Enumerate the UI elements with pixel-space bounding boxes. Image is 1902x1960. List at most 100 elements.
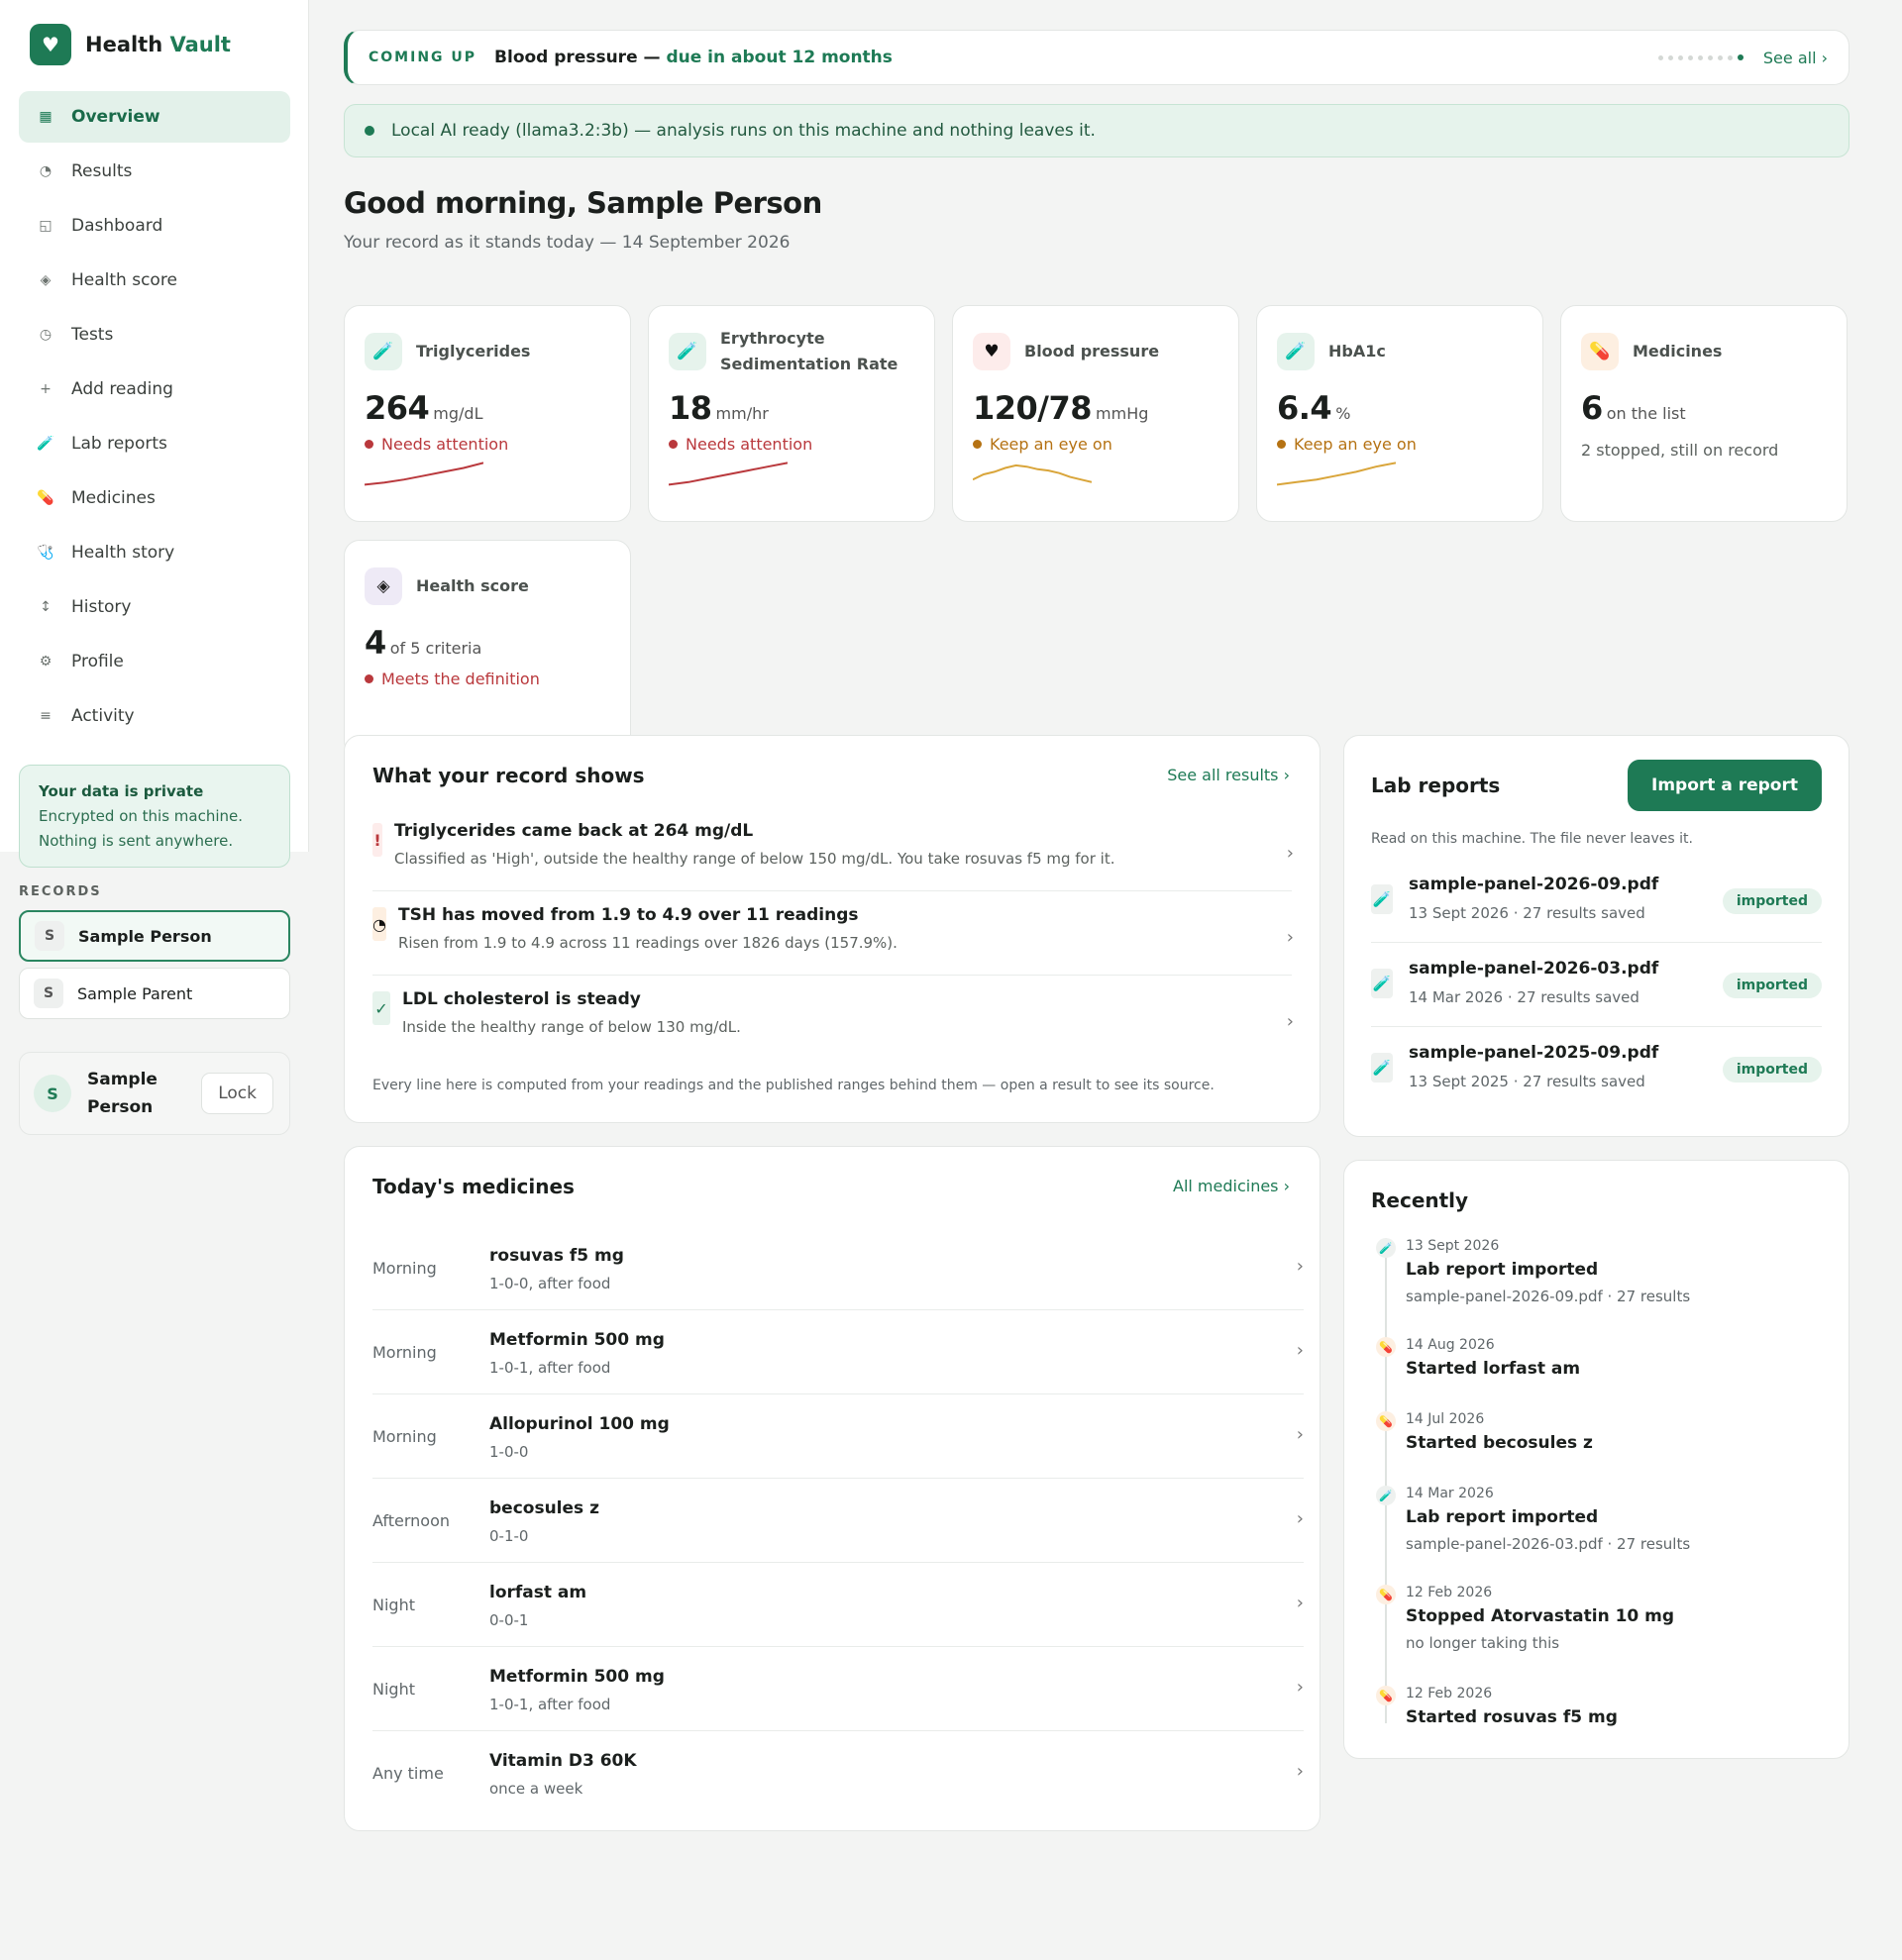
local-ai-status: Local AI ready (llama3.2:3b) — analysis … xyxy=(344,104,1849,157)
medicine-row[interactable]: Morning Allopurinol 100 mg 1-0-0 › xyxy=(372,1394,1304,1479)
stat-card-blood-pressure[interactable]: ♥ Blood pressure 120/78 mmHg Keep an eye o… xyxy=(952,305,1239,522)
record-item-sample-parent[interactable]: S Sample Parent xyxy=(19,968,290,1019)
stat-header: ◈ Health score xyxy=(365,565,610,608)
sidebar-item-label: Dashboard xyxy=(71,216,163,236)
stat-card-hba1c[interactable]: 🧪 HbA1c 6.4% Keep an eye on xyxy=(1256,305,1543,522)
stat-title: Medicines xyxy=(1633,342,1723,361)
sidebar-item-tests[interactable]: ◷ Tests xyxy=(19,309,290,361)
stat-card-medicines[interactable]: 💊 Medicines 6 on the list 2 stopped, still… xyxy=(1560,305,1848,522)
medicine-dose: 0-1-0 xyxy=(489,1527,529,1545)
pill-icon: 💊 xyxy=(1376,1686,1396,1705)
timeline-item[interactable]: 💊 12 Feb 2026 Stopped Atorvastatin 10 mg… xyxy=(1376,1585,1812,1652)
medicine-row[interactable]: Afternoon becosules z 0-1-0 › xyxy=(372,1479,1304,1563)
carousel-dots[interactable] xyxy=(1657,54,1744,60)
sidebar-item-activity[interactable]: ≡ Activity xyxy=(19,690,290,742)
timeline-item[interactable]: 🧪 14 Mar 2026 Lab report imported sample… xyxy=(1376,1486,1812,1553)
stat-value: 264 mg/dL xyxy=(365,389,483,427)
privacy-line: Encrypted on this machine. xyxy=(39,807,244,825)
import-report-button[interactable]: Import a report xyxy=(1628,760,1822,811)
test-tube-icon: 🧪 xyxy=(1376,1486,1396,1505)
current-user: S Sample Person Lock xyxy=(19,1052,290,1135)
timeline-title: Started lorfast am xyxy=(1406,1359,1581,1379)
sidebar-item-label: Lab reports xyxy=(71,434,167,454)
sidebar-item-label: Results xyxy=(71,161,133,181)
insight-item[interactable]: ✓ LDL cholesterol is steady Inside the h… xyxy=(372,989,1294,1036)
sidebar-item-label: Tests xyxy=(71,325,114,345)
carousel-dot[interactable] xyxy=(1717,54,1723,60)
stat-title: Erythrocyte Sedimentation Rate xyxy=(720,329,898,373)
medicine-dose: 1-0-0, after food xyxy=(489,1275,611,1292)
carousel-dot[interactable] xyxy=(1727,54,1733,60)
medicine-row[interactable]: Night Metformin 500 mg 1-0-1, after food… xyxy=(372,1647,1304,1731)
arrows-icon: ↕ xyxy=(40,599,52,615)
sidebar-item-profile[interactable]: ⚙ Profile xyxy=(19,636,290,687)
stat-value: 6 on the list xyxy=(1581,389,1686,427)
stat-value: 4 of 5 criteria xyxy=(365,624,482,662)
medicine-row[interactable]: Night lorfast am 0-0-1 › xyxy=(372,1563,1304,1647)
privacy-title: Your data is private xyxy=(39,782,204,800)
lock-button[interactable]: Lock xyxy=(201,1073,273,1114)
sidebar-item-label: Health score xyxy=(71,270,177,290)
medicine-name: Metformin 500 mg xyxy=(489,1667,665,1687)
status-badge: imported xyxy=(1722,973,1822,998)
pill-icon: 💊 xyxy=(1376,1585,1396,1604)
stat-title: Triglycerides xyxy=(416,342,531,361)
carousel-dot[interactable] xyxy=(1677,54,1683,60)
stat-card-erythrocyte-sedimentation-rate[interactable]: 🧪 Erythrocyte Sedimentation Rate 18 mm/hr… xyxy=(648,305,935,522)
insight-item[interactable]: ! Triglycerides came back at 264 mg/dL C… xyxy=(372,821,1294,868)
stat-card-health-score[interactable]: ◈ Health score 4 of 5 criteria Meets the d… xyxy=(344,540,631,757)
sidebar-item-add-reading[interactable]: + Add reading xyxy=(19,363,290,415)
timeline-item[interactable]: 🧪 13 Sept 2026 Lab report imported sampl… xyxy=(1376,1238,1812,1305)
record-item-sample-person[interactable]: S Sample Person xyxy=(19,910,290,962)
timeline-item[interactable]: 💊 12 Feb 2026 Started rosuvas f5 mg xyxy=(1376,1686,1812,1727)
report-file-name: sample-panel-2025-09.pdf xyxy=(1409,1043,1659,1063)
chevron-right-icon: › xyxy=(1296,1593,1304,1613)
insight-item[interactable]: ◔ TSH has moved from 1.9 to 4.9 over 11 … xyxy=(372,905,1294,952)
stat-title: HbA1c xyxy=(1328,342,1386,361)
report-file-name: sample-panel-2026-09.pdf xyxy=(1409,875,1659,894)
todays-medicines-panel: Today's medicines All medicines › Mornin… xyxy=(344,1146,1321,1831)
brand[interactable]: ♥ Health Vault xyxy=(30,24,231,65)
sidebar-item-health-score[interactable]: ◈ Health score xyxy=(19,255,290,306)
medicine-row[interactable]: Morning rosuvas f5 mg 1-0-0, after food … xyxy=(372,1226,1304,1310)
sidebar-item-health-story[interactable]: 🩺 Health story xyxy=(19,527,290,578)
test-tube-icon: 🧪 xyxy=(1371,884,1393,914)
sidebar-item-results[interactable]: ◔ Results xyxy=(19,146,290,197)
chevron-right-icon: › xyxy=(1296,1424,1304,1445)
timeline-title: Started becosules z xyxy=(1406,1433,1593,1453)
stat-card-triglycerides[interactable]: 🧪 Triglycerides 264 mg/dL Needs attention xyxy=(344,305,631,522)
carousel-dot[interactable] xyxy=(1667,54,1673,60)
stat-header: 💊 Medicines xyxy=(1581,330,1827,373)
sparkline xyxy=(973,464,1092,483)
carousel-dot[interactable] xyxy=(1697,54,1703,60)
lab-report-row[interactable]: 🧪 sample-panel-2025-09.pdf 13 Sept 2025 … xyxy=(1371,1027,1822,1111)
brand-name: Health Vault xyxy=(85,33,231,56)
see-all-results-link[interactable]: See all results › xyxy=(1167,766,1290,784)
carousel-dot[interactable] xyxy=(1687,54,1693,60)
lab-report-row[interactable]: 🧪 sample-panel-2026-03.pdf 14 Mar 2026 ·… xyxy=(1371,943,1822,1027)
medicine-row[interactable]: Any time Vitamin D3 60K once a week › xyxy=(372,1731,1304,1815)
medicine-time: Morning xyxy=(372,1343,437,1362)
medicine-name: becosules z xyxy=(489,1498,599,1518)
medicine-row[interactable]: Morning Metformin 500 mg 1-0-1, after fo… xyxy=(372,1310,1304,1394)
plus-icon: + xyxy=(40,381,52,397)
status-badge: Keep an eye on xyxy=(973,435,1218,454)
carousel-dot[interactable] xyxy=(1657,54,1663,60)
all-medicines-link[interactable]: All medicines › xyxy=(1173,1177,1290,1195)
sidebar-item-lab-reports[interactable]: 🧪 Lab reports xyxy=(19,418,290,469)
sidebar-item-history[interactable]: ↕ History xyxy=(19,581,290,633)
see-all-link[interactable]: See all › xyxy=(1763,49,1828,67)
stat-sub: 2 stopped, still on record xyxy=(1581,441,1779,460)
carousel-dot[interactable] xyxy=(1707,54,1713,60)
sidebar-item-medicines[interactable]: 💊 Medicines xyxy=(19,472,290,524)
timeline-item[interactable]: 💊 14 Jul 2026 Started becosules z xyxy=(1376,1411,1812,1453)
report-meta: 13 Sept 2026 · 27 results saved xyxy=(1409,904,1645,922)
sidebar-item-dashboard[interactable]: ◱ Dashboard xyxy=(19,200,290,252)
timeline-item[interactable]: 💊 14 Aug 2026 Started lorfast am xyxy=(1376,1337,1812,1379)
page-title: Good morning, Sample Person xyxy=(344,186,822,220)
timeline-date: 12 Feb 2026 xyxy=(1406,1585,1493,1600)
lab-report-row[interactable]: 🧪 sample-panel-2026-09.pdf 13 Sept 2026 … xyxy=(1371,859,1822,943)
sidebar-item-overview[interactable]: ▦ Overview xyxy=(19,91,290,143)
status-dot xyxy=(365,126,374,136)
carousel-dot-active[interactable] xyxy=(1737,54,1744,60)
